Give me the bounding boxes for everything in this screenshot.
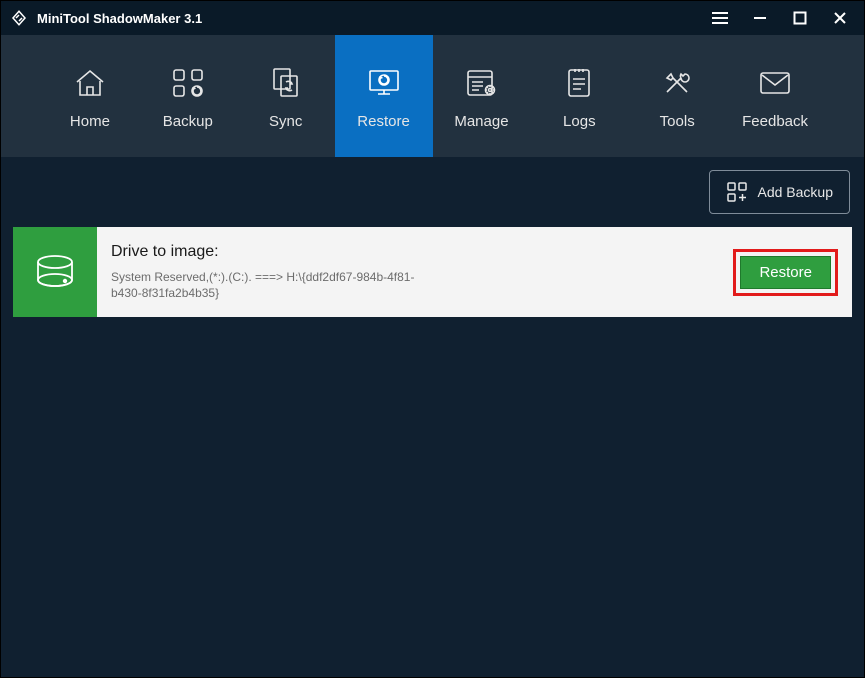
menu-button[interactable] (700, 1, 740, 35)
card-left (13, 227, 97, 317)
nav-feedback[interactable]: Feedback (726, 35, 824, 157)
card-text: Drive to image: System Reserved,(*:).(C:… (111, 243, 733, 301)
nav-logs[interactable]: Logs (530, 35, 628, 157)
app-title: MiniTool ShadowMaker 3.1 (37, 11, 202, 26)
home-icon (73, 63, 107, 103)
card-title: Drive to image: (111, 243, 733, 261)
main-nav: Home Backup (1, 35, 864, 157)
tools-icon (661, 63, 693, 103)
close-button[interactable] (820, 1, 860, 35)
add-backup-button[interactable]: Add Backup (709, 170, 851, 214)
titlebar: MiniTool ShadowMaker 3.1 (1, 1, 864, 35)
minimize-button[interactable] (740, 1, 780, 35)
app-window: MiniTool ShadowMaker 3.1 Home (0, 0, 865, 678)
nav-manage[interactable]: Manage (433, 35, 531, 157)
nav-home[interactable]: Home (41, 35, 139, 157)
nav-label: Tools (660, 113, 695, 130)
grid-plus-icon (726, 181, 748, 203)
app-logo-icon (9, 8, 29, 28)
restore-icon (366, 63, 402, 103)
nav-sync[interactable]: Sync (237, 35, 335, 157)
toolbar: Add Backup (13, 157, 852, 227)
nav-label: Home (70, 113, 110, 130)
nav-label: Restore (357, 113, 410, 130)
maximize-button[interactable] (780, 1, 820, 35)
drive-icon (31, 252, 79, 292)
feedback-icon (758, 63, 792, 103)
content-area: Add Backup Drive to image: System Reserv (1, 157, 864, 677)
backup-card: Drive to image: System Reserved,(*:).(C:… (13, 227, 852, 317)
manage-icon (465, 63, 497, 103)
sync-icon (271, 63, 301, 103)
nav-label: Manage (454, 113, 508, 130)
nav-backup[interactable]: Backup (139, 35, 237, 157)
nav-label: Sync (269, 113, 302, 130)
restore-highlight: Restore (733, 249, 838, 296)
nav-label: Feedback (742, 113, 808, 130)
nav-label: Logs (563, 113, 596, 130)
add-backup-label: Add Backup (758, 184, 834, 200)
logs-icon (566, 63, 592, 103)
card-detail: System Reserved,(*:).(C:). ===> H:\{ddf2… (111, 269, 441, 301)
card-body: Drive to image: System Reserved,(*:).(C:… (97, 227, 852, 317)
restore-button[interactable]: Restore (740, 256, 831, 289)
nav-label: Backup (163, 113, 213, 130)
nav-restore[interactable]: Restore (335, 35, 433, 157)
backup-icon (172, 63, 204, 103)
nav-tools[interactable]: Tools (628, 35, 726, 157)
